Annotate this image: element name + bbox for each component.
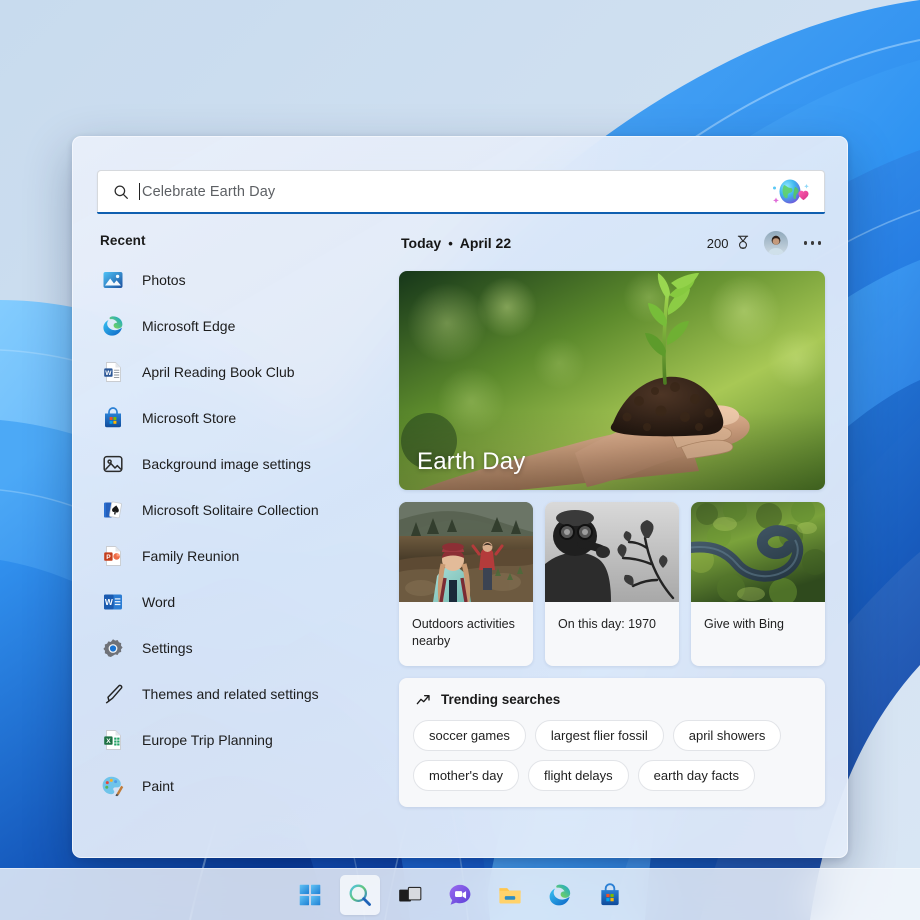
recent-item-label: Settings xyxy=(142,640,193,656)
recent-item-label: Photos xyxy=(142,272,186,288)
trending-chip[interactable]: largest flier fossil xyxy=(535,720,664,751)
discover-header: Today • April 22 200 xyxy=(399,229,825,257)
task-view-icon xyxy=(397,882,423,908)
card-caption: Outdoors activities nearby xyxy=(399,602,533,666)
recent-item-label: Word xyxy=(142,594,175,610)
svg-text:X: X xyxy=(106,738,111,745)
hero-title: Earth Day xyxy=(417,448,526,476)
recent-item-label: Microsoft Store xyxy=(142,410,236,426)
card-caption: On this day: 1970 xyxy=(545,602,679,666)
trending-title: Trending searches xyxy=(441,692,560,707)
photos-icon xyxy=(100,267,126,293)
recent-item-photos[interactable]: Photos xyxy=(97,257,397,303)
svg-text:W: W xyxy=(105,370,112,377)
svg-text:W: W xyxy=(105,597,113,607)
powerpoint-document-icon: P xyxy=(100,543,126,569)
card-image-forest-river xyxy=(691,502,825,602)
word-icon: W xyxy=(100,589,126,615)
rewards-points: 200 xyxy=(707,236,729,251)
windows-search-panel: Celebrate Earth Day Recent xyxy=(72,136,848,858)
trending-chip[interactable]: flight delays xyxy=(528,760,629,791)
recent-item-label: Themes and related settings xyxy=(142,686,319,702)
recent-item-label: Paint xyxy=(142,778,174,794)
brush-icon xyxy=(100,681,126,707)
recent-item-microsoft-store[interactable]: Microsoft Store xyxy=(97,395,397,441)
chat-button[interactable] xyxy=(440,875,480,915)
trending-up-icon xyxy=(415,692,431,708)
recent-heading: Recent xyxy=(97,233,397,248)
start-button[interactable] xyxy=(290,875,330,915)
recent-item-label: Family Reunion xyxy=(142,548,239,564)
recent-item-microsoft-edge[interactable]: Microsoft Edge xyxy=(97,303,397,349)
trending-chip[interactable]: mother's day xyxy=(413,760,519,791)
recent-item-label: Microsoft Solitaire Collection xyxy=(142,502,319,518)
trending-header: Trending searches xyxy=(413,692,811,708)
card-image-hikers xyxy=(399,502,533,602)
recent-item-background-image-settings[interactable]: Background image settings xyxy=(97,441,397,487)
card-give-with-bing[interactable]: Give with Bing xyxy=(691,502,825,666)
word-document-icon: W xyxy=(100,359,126,385)
recent-section: Recent Photos Microsoft Edge xyxy=(97,233,397,809)
content-cards-row: Outdoors activities nearby xyxy=(399,502,825,666)
card-on-this-day[interactable]: On this day: 1970 xyxy=(545,502,679,666)
chat-icon xyxy=(447,882,473,908)
recent-item-label: Background image settings xyxy=(142,456,311,472)
hero-card-earth-day[interactable]: Earth Day xyxy=(399,271,825,490)
card-image-1970-gas-mask xyxy=(545,502,679,602)
taskbar xyxy=(0,868,920,920)
today-label: Today xyxy=(401,235,441,251)
recent-item-label: Microsoft Edge xyxy=(142,318,235,334)
svg-text:P: P xyxy=(106,554,111,561)
recent-item-label: April Reading Book Club xyxy=(142,364,295,380)
discover-column: Today • April 22 200 xyxy=(399,229,825,807)
recent-item-family-reunion[interactable]: P Family Reunion xyxy=(97,533,397,579)
text-cursor xyxy=(139,183,140,200)
more-options-icon[interactable] xyxy=(802,237,824,249)
recent-item-paint[interactable]: Paint xyxy=(97,763,397,809)
store-icon xyxy=(100,405,126,431)
task-view-button[interactable] xyxy=(390,875,430,915)
solitaire-icon xyxy=(100,497,126,523)
store-button[interactable] xyxy=(590,875,630,915)
edge-button[interactable] xyxy=(540,875,580,915)
windows-logo-icon xyxy=(297,882,323,908)
store-icon xyxy=(597,882,623,908)
paint-palette-icon xyxy=(100,773,126,799)
card-caption: Give with Bing xyxy=(691,602,825,666)
header-separator: • xyxy=(448,236,453,251)
trending-chip[interactable]: earth day facts xyxy=(638,760,755,791)
folder-icon xyxy=(497,882,523,908)
search-input[interactable]: Celebrate Earth Day xyxy=(97,170,825,212)
search-taskbar-icon xyxy=(347,882,373,908)
search-input-value: Celebrate Earth Day xyxy=(142,184,275,200)
medal-icon[interactable] xyxy=(734,234,752,252)
edge-icon xyxy=(100,313,126,339)
trending-chip[interactable]: april showers xyxy=(673,720,782,751)
trending-chip-list: soccer games largest flier fossil april … xyxy=(413,720,811,791)
recent-item-settings[interactable]: Settings xyxy=(97,625,397,671)
search-button[interactable] xyxy=(340,875,380,915)
image-settings-icon xyxy=(100,451,126,477)
recent-item-april-reading-book-club[interactable]: W April Reading Book Club xyxy=(97,349,397,395)
recent-item-label: Europe Trip Planning xyxy=(142,732,273,748)
gear-icon xyxy=(100,635,126,661)
recent-item-themes-and-related-settings[interactable]: Themes and related settings xyxy=(97,671,397,717)
card-outdoors-activities[interactable]: Outdoors activities nearby xyxy=(399,502,533,666)
trending-chip[interactable]: soccer games xyxy=(413,720,526,751)
header-date: April 22 xyxy=(460,235,511,251)
excel-document-icon: X xyxy=(100,727,126,753)
avatar[interactable] xyxy=(764,231,788,255)
recent-item-word[interactable]: W Word xyxy=(97,579,397,625)
recent-item-europe-trip-planning[interactable]: X Europe Trip Planning xyxy=(97,717,397,763)
search-icon xyxy=(112,183,130,201)
trending-searches-section: Trending searches soccer games largest f… xyxy=(399,678,825,807)
file-explorer-button[interactable] xyxy=(490,875,530,915)
edge-icon xyxy=(547,882,573,908)
earth-heart-icon xyxy=(766,178,812,206)
recent-item-microsoft-solitaire-collection[interactable]: Microsoft Solitaire Collection xyxy=(97,487,397,533)
